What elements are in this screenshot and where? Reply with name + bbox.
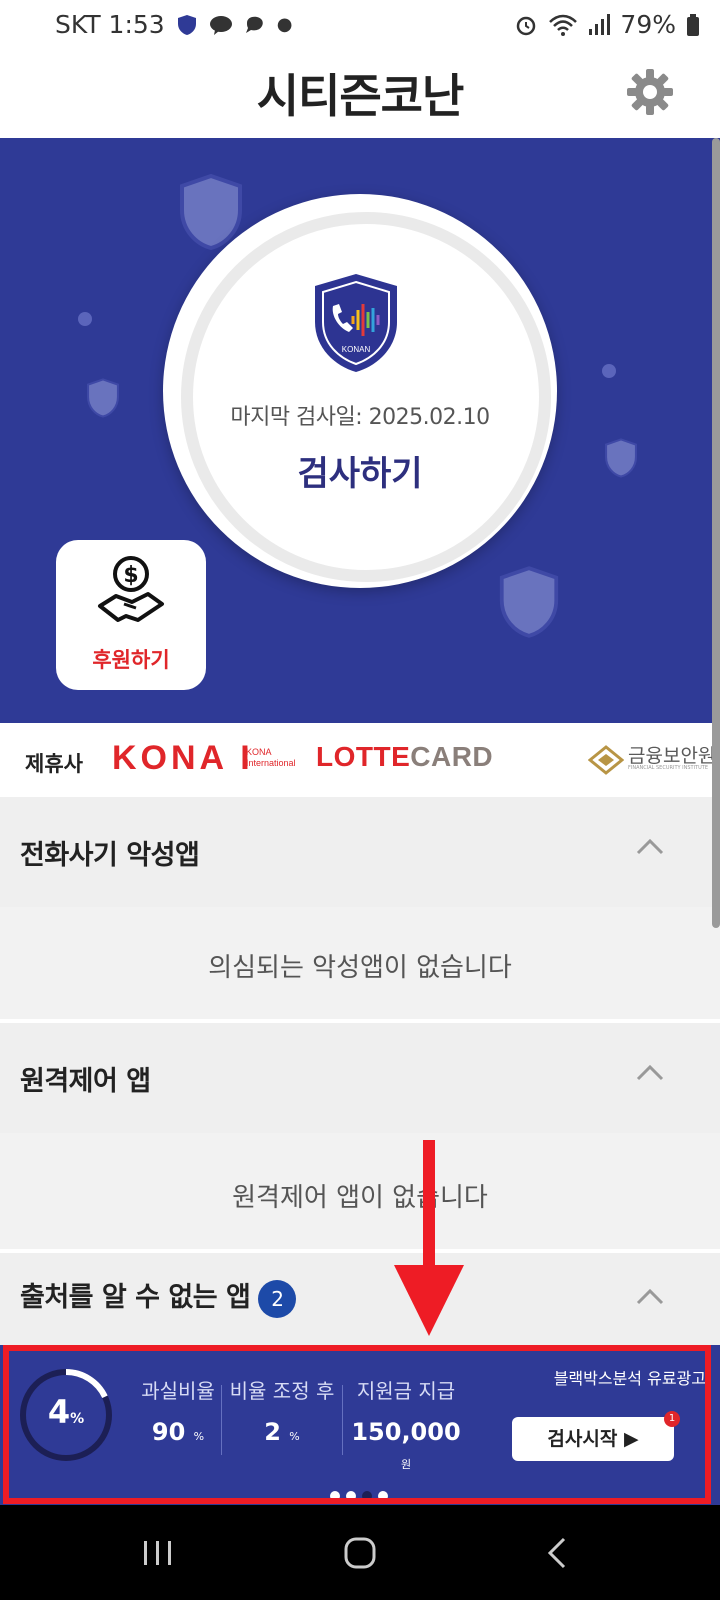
percent-unit: %: [70, 1411, 85, 1427]
down-arrow-annotation-icon: [394, 1140, 464, 1336]
logo-text: KONAN: [342, 345, 371, 354]
page-title: 시티즌코난: [256, 69, 465, 123]
section-title: 원격제어 앱: [20, 1066, 151, 1097]
background-shield-icon: [605, 438, 637, 478]
gear-icon[interactable]: [624, 66, 676, 118]
background-dot: [78, 312, 92, 326]
wifi-icon: [549, 14, 578, 36]
donate-button[interactable]: $ 후원하기: [56, 540, 206, 690]
signal-icon: [589, 13, 611, 35]
battery-percent: 79%: [620, 10, 676, 39]
chevron-up-icon[interactable]: [636, 1287, 664, 1307]
empty-message: 의심되는 악성앱이 없습니다: [208, 953, 512, 983]
carousel-dot-active[interactable]: [362, 1491, 372, 1501]
lotte-card-logo: LOTTECARD: [316, 741, 494, 772]
chat-notification-icon: [245, 16, 263, 33]
notification-badge: 1: [664, 1411, 680, 1427]
divider-line: [342, 1385, 343, 1455]
fsi-logo: 금융보안원 FINANCIAL SECURITY INSTITUTE: [588, 739, 720, 779]
shield-notification-icon: [177, 14, 196, 35]
carousel-dot[interactable]: [378, 1491, 388, 1501]
back-icon[interactable]: [538, 1533, 578, 1573]
chevron-up-icon[interactable]: [636, 1063, 664, 1083]
section-unknown-source-header[interactable]: 출처를 알 수 없는 앱2: [0, 1253, 720, 1345]
section-malicious-apps-body: 의심되는 악성앱이 없습니다: [0, 907, 720, 1017]
hero-banner: KONAN 마지막 검사일: 2025.02.10 검사하기 $ 후원하기: [0, 138, 720, 723]
battery-icon: [687, 13, 699, 36]
system-nav-bar: [0, 1505, 720, 1600]
background-shield-icon: [499, 566, 559, 638]
more-notifications-dot: ●: [276, 14, 293, 35]
stat-adjusted-ratio: 비율 조정 후 2 %: [229, 1379, 335, 1446]
carousel-dot[interactable]: [330, 1491, 340, 1501]
section-remote-control-header[interactable]: 원격제어 앱: [0, 1023, 720, 1133]
start-scan-button[interactable]: 검사시작 ▶: [512, 1417, 674, 1461]
scrollbar[interactable]: [712, 138, 720, 928]
scan-button[interactable]: KONAN 마지막 검사일: 2025.02.10 검사하기: [163, 194, 557, 588]
kona-logo-sub: KONA International: [246, 747, 296, 768]
section-malicious-apps-header[interactable]: 전화사기 악성앱: [0, 797, 720, 907]
chevron-up-icon[interactable]: [636, 837, 664, 857]
carousel-dots[interactable]: [330, 1491, 388, 1501]
ad-tag: 블랙박스분석 유료광고: [553, 1369, 706, 1388]
fsi-emblem-icon: [588, 745, 624, 775]
partners-bar: 제휴사 KONA I KONA International LOTTECARD …: [0, 723, 720, 797]
background-shield-icon: [87, 378, 119, 418]
percent-value: 4: [47, 1393, 71, 1431]
divider-line: [221, 1385, 222, 1455]
donate-label: 후원하기: [92, 648, 170, 672]
home-icon[interactable]: [340, 1533, 380, 1573]
background-dot: [602, 364, 616, 378]
donate-hand-coin-icon: $: [98, 556, 164, 622]
recent-apps-icon[interactable]: [138, 1533, 178, 1573]
scan-label: 검사하기: [297, 454, 423, 494]
section-title: 출처를 알 수 없는 앱: [20, 1282, 251, 1313]
stat-subsidy: 지원금 지급 150,000 원: [351, 1379, 461, 1471]
kona-logo: KONA I: [112, 739, 254, 777]
svg-text:$: $: [123, 563, 138, 588]
count-badge: 2: [258, 1279, 297, 1318]
fsi-sub-label: FINANCIAL SECURITY INSTITUTE: [628, 765, 708, 771]
alarm-icon: [517, 16, 536, 35]
stat-fault-ratio: 과실비율 90 %: [141, 1379, 215, 1446]
status-bar: SKT 1:53 ● 79%: [0, 0, 720, 52]
section-title: 전화사기 악성앱: [20, 840, 200, 871]
last-scan-date: 마지막 검사일: 2025.02.10: [230, 405, 490, 430]
ad-banner[interactable]: 블랙박스분석 유료광고 4% 과실비율 90 % 비율 조정 후 2 % 지원금…: [0, 1345, 720, 1505]
empty-message: 원격제어 앱이 없습니다: [232, 1183, 488, 1213]
carousel-dot[interactable]: [346, 1491, 356, 1501]
status-time: SKT 1:53: [55, 10, 165, 39]
section-remote-control-body: 원격제어 앱이 없습니다: [0, 1133, 720, 1249]
partners-label: 제휴사: [25, 752, 83, 776]
fsi-label: 금융보안원: [628, 745, 716, 767]
konan-logo-icon: KONAN: [315, 274, 397, 372]
talk-notification-icon: [209, 15, 232, 35]
app-header: 시티즌코난: [0, 52, 720, 139]
